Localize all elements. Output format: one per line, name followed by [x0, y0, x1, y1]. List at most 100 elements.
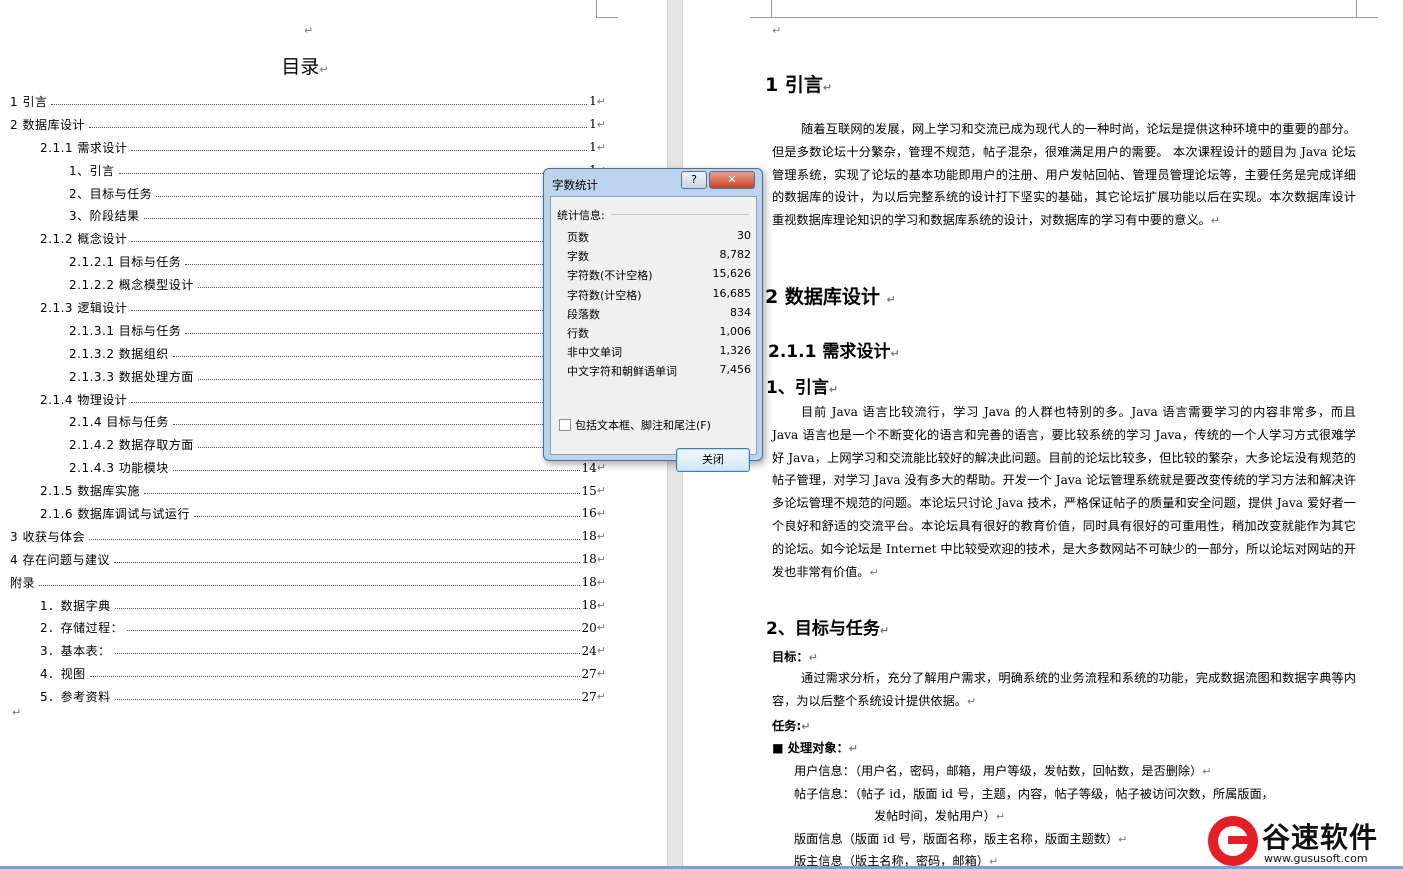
toc-entry-text: 3、阶段结果	[69, 207, 142, 225]
help-button[interactable]: ?	[681, 171, 707, 189]
toc-leader	[185, 332, 595, 334]
toc-entry[interactable]: 2 数据库设计 1 ↵	[10, 113, 606, 136]
toc-entry[interactable]: 4 存在问题与建议 18 ↵	[10, 548, 606, 571]
toc-entry-text: 2.1.1 需求设计	[40, 138, 130, 156]
toc-entry[interactable]: 2.1.3.3 数据处理方面↵	[10, 365, 606, 388]
toc-leader	[185, 264, 595, 266]
paragraph-intro: 随着互联网的发展，网上学习和交流已成为现代人的一种时尚，论坛是提供这种环境中的重…	[772, 122, 1356, 228]
toc-entry[interactable]: 2.1.6 数据库调试与试运行 16 ↵	[10, 502, 606, 525]
stat-row: 非中文单词 1,326	[567, 344, 751, 363]
paragraph-mark: ↵	[772, 24, 782, 37]
include-textbox-checkbox[interactable]	[559, 419, 571, 431]
object-user-info: 用户信息：（用户名，密码，邮箱，用户等级，发帖数，回帖数，是否删除）↵	[794, 764, 1212, 778]
toc-leader	[131, 149, 588, 151]
toc-entry[interactable]: 2.1.4 目标与任务↵	[10, 410, 606, 433]
toc-leader	[113, 561, 580, 563]
heading-req-design: 2.1.1 需求设计↵	[768, 342, 900, 362]
toc-entry-text: 2.1.4 目标与任务	[69, 413, 171, 431]
toc-entry[interactable]: 2.1.3.2 数据组织↵	[10, 342, 606, 365]
toc-leader	[51, 103, 588, 105]
toc-entry[interactable]: 2.1.1 需求设计 1 ↵	[10, 136, 606, 159]
logo-url: www.gususoft.com	[1264, 852, 1368, 865]
toc-entry[interactable]: 3、阶段结果↵	[10, 204, 606, 227]
paragraph-mark: ↵	[596, 690, 606, 704]
toc-entry-page: 1	[589, 140, 597, 155]
paragraph-mark: ↵	[596, 140, 606, 154]
toc-entry[interactable]: 附录 18 ↵	[10, 571, 606, 594]
toc-entry-page: 15	[581, 483, 597, 498]
toc-entry-text: 4．视图	[40, 665, 88, 683]
toc-entry[interactable]: 2．存储过程： 20 ↵	[10, 616, 606, 639]
stat-row: 行数 1,006	[567, 325, 751, 344]
stat-name: 非中文单词	[567, 346, 622, 360]
stat-name: 字符数(不计空格)	[567, 269, 653, 283]
toc-entry[interactable]: 2.1.3.1 目标与任务↵	[10, 319, 606, 342]
toc-entry[interactable]: 5．参考资料 27 ↵	[10, 685, 606, 708]
stat-name: 页数	[567, 231, 589, 244]
toc-leader	[88, 538, 580, 540]
toc-entry-text: 2、目标与任务	[69, 184, 155, 202]
toc-leader	[89, 676, 580, 678]
close-x-button[interactable]: ✕	[709, 171, 755, 189]
stat-name: 段落数	[567, 307, 600, 321]
toc-entry-text: 2．存储过程：	[40, 619, 126, 637]
toc-entry-text: 2.1.4.2 数据存取方面	[69, 436, 196, 454]
toc-leader	[39, 584, 580, 586]
toc-entry-page: 16	[581, 506, 597, 521]
toc-entry[interactable]: 3 收获与体会 18 ↵	[10, 525, 606, 548]
toc-entry-page: 1	[589, 94, 597, 109]
stat-row: 字符数(不计空格) 15,626	[567, 267, 751, 286]
toc-entry-page: 27	[581, 666, 597, 681]
toc-entry[interactable]: 2.1.2.1 目标与任务↵	[10, 250, 606, 273]
include-textbox-label[interactable]: 包括文本框、脚注和尾注(F)	[575, 417, 711, 433]
toc-leader	[172, 470, 580, 472]
toc-leader	[114, 699, 580, 701]
toc-entry-text: 3 收获与体会	[10, 527, 87, 545]
paragraph-mark: ↵	[596, 529, 606, 543]
toc-entry-text: 2.1.3.2 数据组织	[69, 344, 171, 362]
object-post-info-cont: 发帖时间，发帖用户）↵	[874, 809, 1006, 823]
paragraph-mark: ↵	[596, 644, 606, 658]
close-button[interactable]: 关闭	[676, 448, 750, 472]
stats-label: 统计信息:	[557, 209, 605, 222]
toc-entry[interactable]: 1 引言 1 ↵	[10, 90, 606, 113]
toc-entry[interactable]: 2、目标与任务↵	[10, 182, 606, 205]
toc-entry-text: 2 数据库设计	[10, 115, 87, 133]
toc-entry-text: 1、引言	[69, 161, 117, 179]
logo-icon	[1208, 816, 1258, 866]
toc-leader	[197, 287, 595, 289]
table-of-contents: 1 引言1↵2 数据库设计1↵2.1.1 需求设计1↵1、引言1↵2、目标与任务…	[10, 90, 606, 708]
heading-sub-intro: 1、引言↵	[766, 378, 839, 398]
toc-entry[interactable]: 2.1.2 概念设计↵	[10, 227, 606, 250]
toc-leader	[143, 493, 580, 495]
toc-entry[interactable]: 2.1.4 物理设计↵	[10, 388, 606, 411]
stat-name: 字数	[567, 250, 589, 264]
task-label: 任务:↵	[772, 719, 811, 733]
toc-title: 目录↵	[281, 56, 329, 78]
toc-entry[interactable]: 2.1.2.2 概念模型设计↵	[10, 273, 606, 296]
toc-entry[interactable]: 2.1.5 数据库实施 15 ↵	[10, 479, 606, 502]
toc-entry[interactable]: 4．视图 27 ↵	[10, 662, 606, 685]
toc-entry[interactable]: 1、引言1↵	[10, 159, 606, 182]
stat-row: 字数 8,782	[567, 248, 751, 267]
stat-row: 段落数 834	[567, 306, 751, 325]
site-logo: 谷速软件 www.gususoft.com	[1200, 814, 1403, 869]
stat-value: 7,456	[719, 363, 752, 377]
toc-entry-text: 1．数据字典	[40, 596, 113, 614]
toc-entry[interactable]: 2.1.3 逻辑设计↵	[10, 296, 606, 319]
toc-leader	[193, 515, 580, 517]
toc-entry-text: 2.1.2 概念设计	[40, 230, 130, 248]
paragraph-mark: ↵	[596, 94, 606, 108]
word-count-dialog: 字数统计 ? ✕ 统计信息: 页数 30 字数 8,782 字符数(不计空格) 15,62…	[543, 168, 763, 472]
stat-value: 30	[737, 229, 751, 242]
toc-entry-text: 2.1.2.1 目标与任务	[69, 253, 184, 271]
paragraph-mark: ↵	[596, 667, 606, 681]
toc-entry-text: 1 引言	[10, 92, 50, 110]
dialog-body: 统计信息: 页数 30 字数 8,782 字符数(不计空格) 15,626 字符数(计空格)…	[550, 196, 757, 472]
toc-entry-text: 5．参考资料	[40, 688, 113, 706]
toc-entry[interactable]: 2.1.4.3 功能模块 14 ↵	[10, 456, 606, 479]
toc-entry[interactable]: 1．数据字典 18 ↵	[10, 594, 606, 617]
toc-entry[interactable]: 2.1.4.2 数据存取方面↵	[10, 433, 606, 456]
toc-entry[interactable]: 3．基本表： 24 ↵	[10, 639, 606, 662]
toc-entry-text: 2.1.5 数据库实施	[40, 482, 142, 500]
